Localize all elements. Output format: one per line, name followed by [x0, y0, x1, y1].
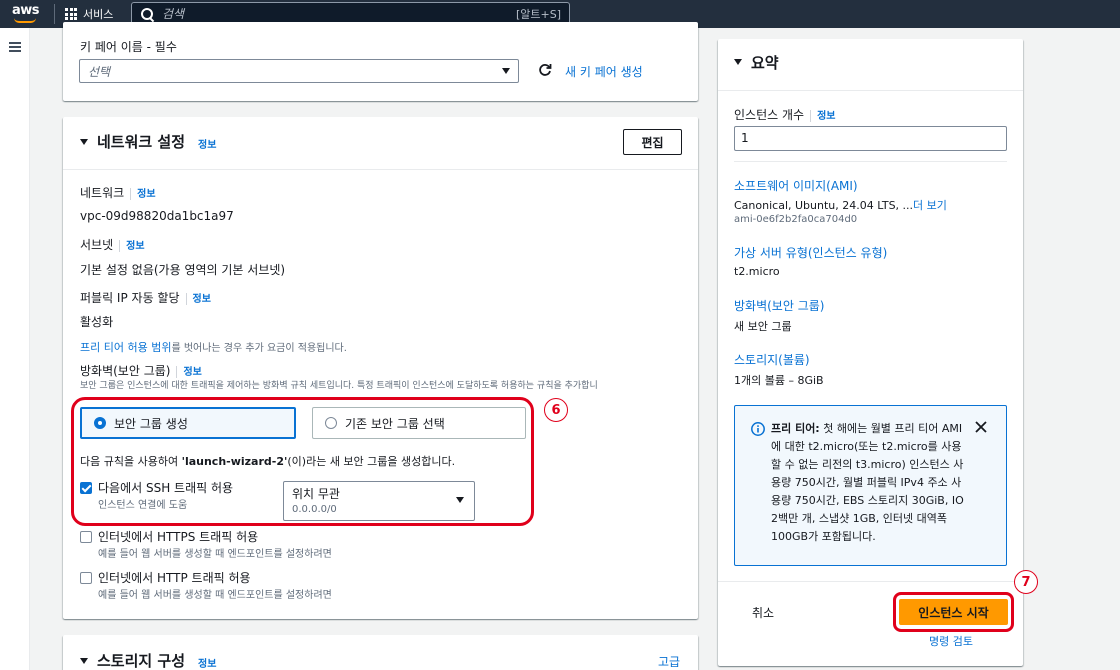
- free-tier-range-link[interactable]: 프리 티어 허용 범위: [80, 341, 171, 354]
- storage-info-link[interactable]: 정보: [198, 655, 216, 670]
- storage-advanced-link[interactable]: 고급: [658, 653, 680, 670]
- firewall-label: 방화벽(보안 그룹) 정보: [80, 364, 202, 378]
- instance-count-input[interactable]: 1: [734, 126, 1007, 151]
- close-icon[interactable]: [975, 421, 987, 433]
- summary-title: 요약: [751, 54, 779, 72]
- side-rail: [0, 28, 30, 670]
- info-circle-icon: [751, 422, 765, 436]
- free-tier-note: 프리 티어 허용 범위를 벗어나는 경우 추가 요금이 적용됩니다.: [80, 341, 347, 354]
- review-commands-link[interactable]: 명령 검토: [929, 633, 973, 649]
- subnet-label: 서브넷 정보: [80, 238, 145, 252]
- ami-id: ami-0e6f2b2fa0ca704d0: [734, 214, 858, 225]
- refresh-icon[interactable]: [538, 63, 552, 77]
- nav-divider: [54, 4, 55, 24]
- http-checkbox[interactable]: [80, 572, 92, 584]
- instance-count-info-link[interactable]: 정보: [817, 111, 835, 122]
- storage-value: 1개의 볼륨 – 8GiB: [734, 374, 824, 387]
- collapse-caret-icon[interactable]: [80, 139, 88, 145]
- firewall-value: 새 보안 그룹: [734, 320, 792, 333]
- public-ip-value: 활성화: [80, 315, 114, 329]
- key-pair-select[interactable]: 선택: [79, 59, 519, 83]
- annotation-highlight-7: [893, 592, 1014, 632]
- subnet-value: 기본 설정 없음(가용 영역의 기본 서브넷): [80, 263, 286, 277]
- cancel-button[interactable]: 취소: [752, 604, 774, 621]
- http-label: 인터넷에서 HTTP 트래픽 허용: [98, 571, 251, 585]
- aws-logo-text: aws: [12, 3, 40, 18]
- firewall-info-link[interactable]: 정보: [183, 367, 201, 378]
- firewall-description: 보안 그룹은 인스턴스에 대한 트래픽을 제어하는 방화벽 규칙 세트입니다. …: [80, 381, 598, 391]
- public-ip-info-link[interactable]: 정보: [193, 294, 211, 305]
- free-tier-alert: 프리 티어: 첫 해에는 월별 프리 티어 AMI에 대한 t2.micro(또…: [734, 405, 1007, 566]
- ami-link[interactable]: 소프트웨어 이미지(AMI): [734, 177, 858, 194]
- annotation-badge-6: 6: [544, 398, 568, 422]
- instance-type-link[interactable]: 가상 서버 유형(인스턴스 유형): [734, 244, 887, 261]
- collapse-caret-icon[interactable]: [734, 59, 742, 65]
- collapse-caret-icon[interactable]: [80, 658, 88, 664]
- https-description: 예를 들어 웹 서버를 생성할 때 엔드포인트를 설정하려면: [98, 549, 332, 560]
- menu-icon[interactable]: [9, 42, 21, 52]
- key-pair-card: 키 페어 이름 - 필수 선택 새 키 페어 생성: [63, 22, 698, 101]
- network-value: vpc-09d98820da1bc1a97: [80, 209, 234, 223]
- chevron-down-icon: [502, 68, 510, 74]
- edit-button[interactable]: 편집: [623, 129, 682, 155]
- divider: [718, 581, 1023, 582]
- search-shortcut: [알트+S]: [515, 7, 561, 21]
- divider: [718, 90, 1023, 91]
- ami-value: Canonical, Ubuntu, 24.04 LTS, ...더 보기: [734, 199, 947, 212]
- storage-card: 스토리지 구성 정보 고급: [63, 635, 698, 670]
- grid-icon: [65, 8, 77, 20]
- network-field-info-link[interactable]: 정보: [137, 189, 155, 200]
- storage-link[interactable]: 스토리지(볼륨): [734, 351, 810, 368]
- key-pair-label: 키 페어 이름 - 필수: [80, 40, 177, 54]
- network-label: 네트워크 정보: [80, 186, 156, 200]
- free-tier-alert-text: 프리 티어: 첫 해에는 월별 프리 티어 AMI에 대한 t2.micro(또…: [771, 422, 964, 543]
- public-ip-label: 퍼블릭 IP 자동 할당 정보: [80, 291, 211, 305]
- summary-panel: 요약 인스턴스 개수 정보 1 소프트웨어 이미지(AMI) Canonical,…: [718, 39, 1023, 666]
- instance-type-value: t2.micro: [734, 265, 780, 278]
- network-info-link[interactable]: 정보: [198, 136, 216, 151]
- firewall-link[interactable]: 방화벽(보안 그룹): [734, 297, 824, 314]
- instance-count-label: 인스턴스 개수 정보: [734, 108, 836, 122]
- annotation-highlight-6: [71, 397, 534, 526]
- network-settings-card: 네트워크 설정 정보 편집 네트워크 정보 vpc-09d98820da1bc1a…: [63, 117, 698, 619]
- new-key-pair-link[interactable]: 새 키 페어 생성: [565, 63, 643, 80]
- storage-title: 스토리지 구성: [97, 652, 186, 670]
- divider: [734, 161, 1007, 162]
- divider: [63, 169, 698, 170]
- services-label: 서비스: [83, 8, 114, 21]
- search-icon: [140, 7, 154, 21]
- ami-more-link[interactable]: 더 보기: [913, 199, 947, 212]
- https-label: 인터넷에서 HTTPS 트래픽 허용: [98, 530, 259, 544]
- aws-smile-icon: [14, 18, 36, 23]
- subnet-info-link[interactable]: 정보: [126, 241, 144, 252]
- annotation-badge-7: 7: [1014, 570, 1038, 594]
- network-settings-title: 네트워크 설정: [97, 133, 186, 151]
- http-description: 예를 들어 웹 서버를 생성할 때 엔드포인트를 설정하려면: [98, 590, 332, 601]
- key-pair-select-placeholder: 선택: [88, 64, 111, 79]
- services-menu-button[interactable]: 서비스: [65, 6, 113, 22]
- https-checkbox[interactable]: [80, 531, 92, 543]
- aws-logo[interactable]: aws: [12, 0, 52, 28]
- search-placeholder: 검색: [162, 7, 185, 21]
